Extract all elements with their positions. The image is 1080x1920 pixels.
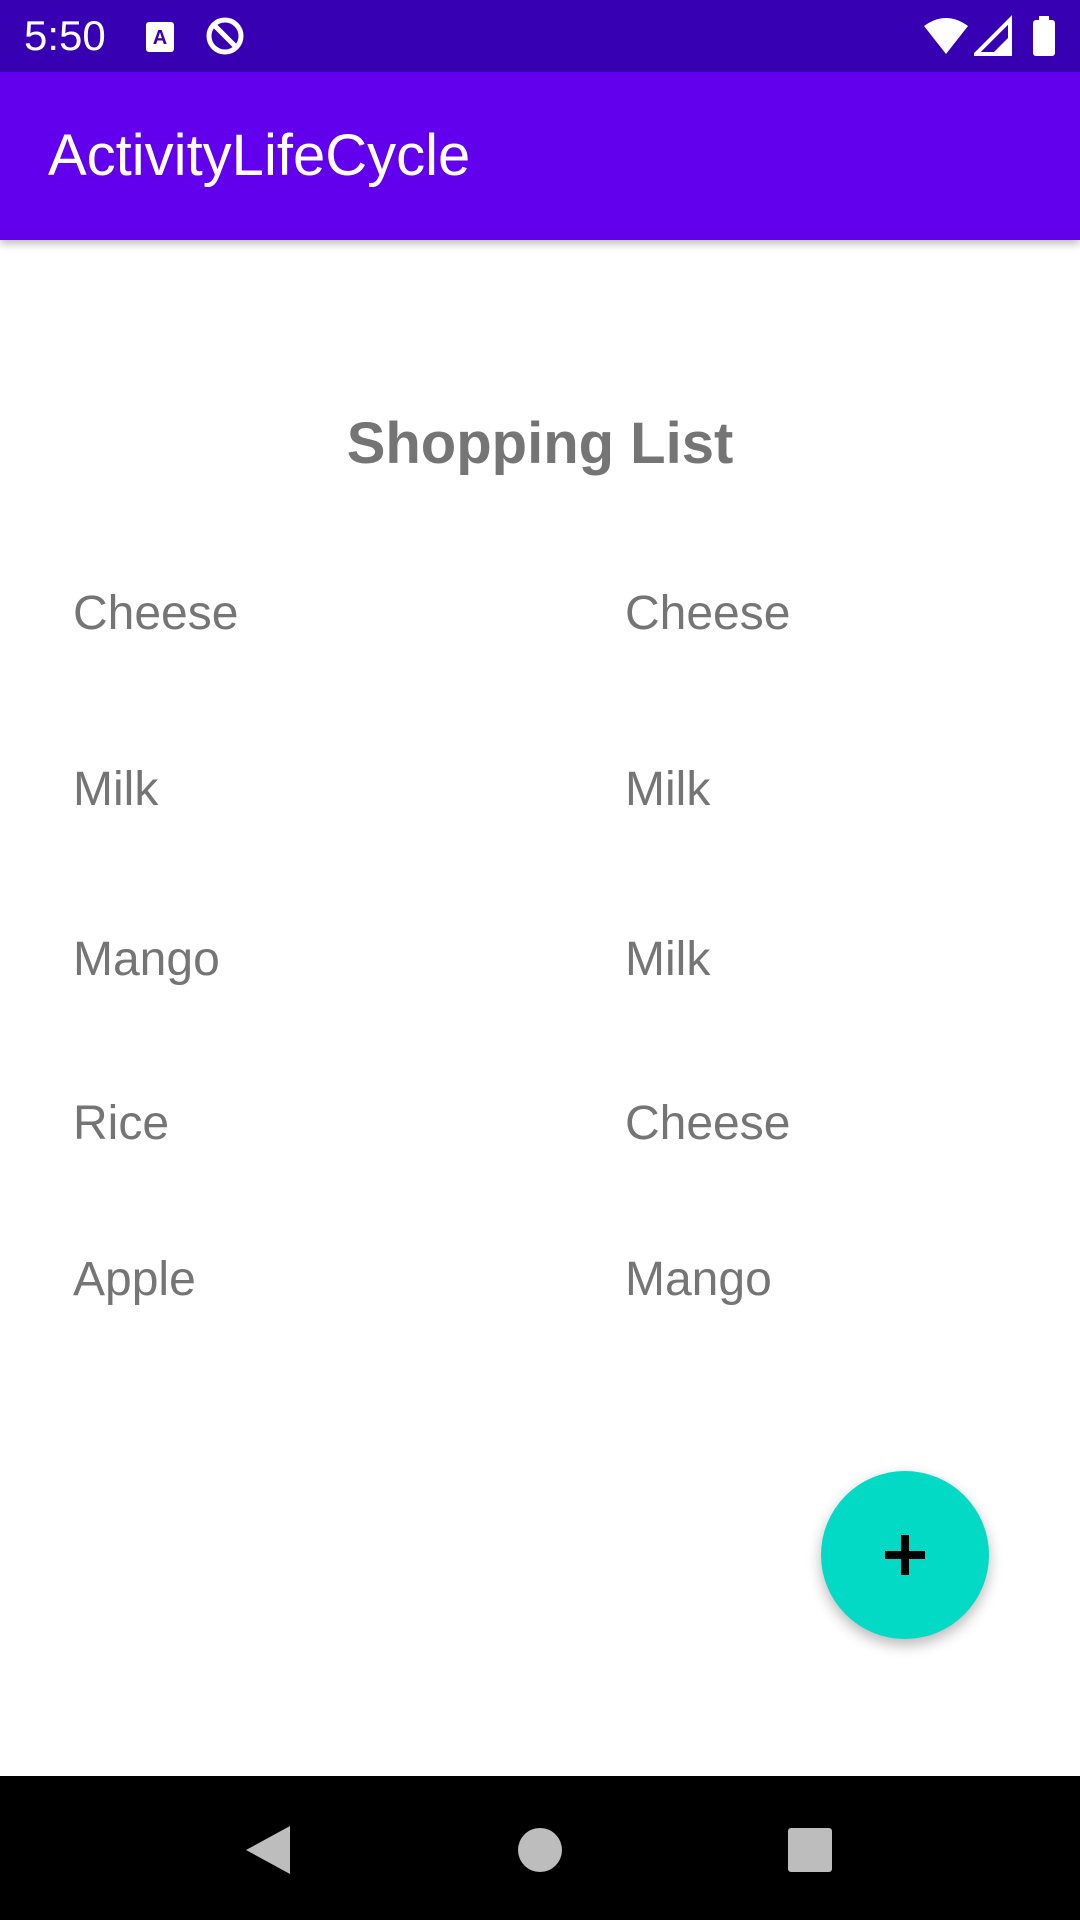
status-bar: 5:50 A [0, 0, 1080, 72]
recents-icon[interactable] [780, 1820, 840, 1880]
data-saver-icon [206, 17, 244, 55]
svg-text:A: A [153, 27, 167, 49]
status-time: 5:50 [24, 12, 106, 59]
screen: 5:50 A ActivityLifeCycle Shopping List C… [0, 0, 1080, 1920]
plus-icon [885, 1535, 925, 1575]
signal-icon [974, 15, 1012, 56]
back-icon[interactable] [238, 1820, 298, 1880]
list-item: Milk [73, 763, 159, 816]
list-item: Cheese [73, 587, 239, 640]
list-item: Milk [625, 763, 711, 816]
list-item: Mango [625, 1253, 772, 1306]
list-item: Apple [73, 1253, 196, 1306]
wifi-icon [924, 18, 968, 54]
app-bar: ActivityLifeCycle [0, 72, 1080, 240]
list-item: Rice [73, 1097, 170, 1150]
navigation-bar [0, 1776, 1080, 1920]
app-title: ActivityLifeCycle [48, 123, 471, 188]
list-item: Mango [73, 933, 220, 986]
home-icon[interactable] [510, 1820, 570, 1880]
list-item: Cheese [625, 587, 791, 640]
a-notification-icon: A [146, 22, 174, 52]
list-item: Cheese [625, 1097, 791, 1150]
list-item: Milk [625, 933, 711, 986]
add-item-button[interactable] [821, 1471, 989, 1639]
battery-icon [1033, 16, 1055, 56]
page-title: Shopping List [346, 411, 734, 476]
